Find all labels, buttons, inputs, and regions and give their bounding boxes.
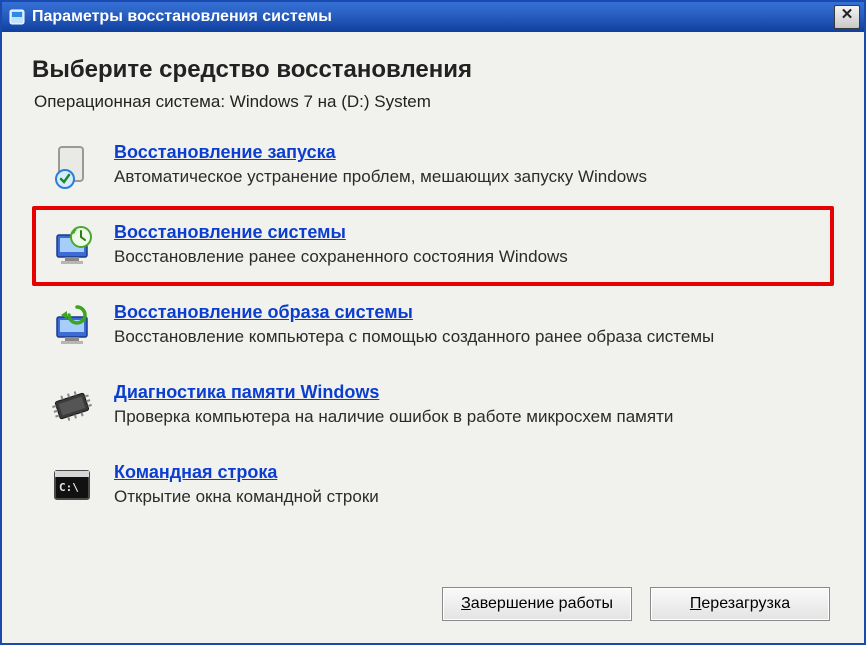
command-prompt-icon: C:\ (46, 460, 98, 512)
app-icon (8, 8, 26, 26)
startup-repair-link[interactable]: Восстановление запуска (114, 142, 336, 163)
option-image-recovery: Восстановление образа системы Восстановл… (32, 286, 834, 366)
restart-mnemonic: П (690, 595, 702, 612)
recovery-options-window: Параметры восстановления системы ✕ Выбер… (0, 0, 866, 645)
startup-repair-desc: Автоматическое устранение проблем, мешаю… (114, 167, 820, 187)
image-recovery-desc: Восстановление компьютера с помощью созд… (114, 327, 820, 347)
memory-diagnostic-icon (46, 380, 98, 432)
recovery-options-list: Восстановление запуска Автоматическое ус… (32, 126, 834, 526)
system-restore-link[interactable]: Восстановление системы (114, 222, 346, 243)
title-bar: Параметры восстановления системы ✕ (2, 2, 864, 32)
shutdown-mnemonic: З (461, 595, 471, 612)
close-button[interactable]: ✕ (834, 5, 860, 29)
svg-text:C:\: C:\ (59, 481, 79, 494)
restart-button[interactable]: Перезагрузка (650, 587, 830, 621)
option-startup-repair: Восстановление запуска Автоматическое ус… (32, 126, 834, 206)
page-title: Выберите средство восстановления (32, 56, 834, 84)
close-icon: ✕ (841, 6, 854, 23)
command-prompt-link[interactable]: Командная строка (114, 462, 277, 483)
command-prompt-desc: Открытие окна командной строки (114, 487, 820, 507)
option-system-restore: Восстановление системы Восстановление ра… (32, 206, 834, 286)
shutdown-label-rest: авершение работы (471, 595, 613, 612)
option-memory-diagnostic: Диагностика памяти Windows Проверка комп… (32, 366, 834, 446)
image-recovery-icon (46, 300, 98, 352)
image-recovery-link[interactable]: Восстановление образа системы (114, 302, 413, 323)
system-restore-desc: Восстановление ранее сохраненного состоя… (114, 247, 820, 267)
system-restore-icon (46, 220, 98, 272)
shutdown-button[interactable]: Завершение работы (442, 587, 632, 621)
footer-buttons: Завершение работы Перезагрузка (32, 573, 834, 627)
memory-diagnostic-desc: Проверка компьютера на наличие ошибок в … (114, 407, 820, 427)
memory-diagnostic-link[interactable]: Диагностика памяти Windows (114, 382, 379, 403)
os-info: Операционная система: Windows 7 на (D:) … (34, 92, 834, 112)
startup-repair-icon (46, 140, 98, 192)
option-command-prompt: C:\ Командная строка Открытие окна коман… (32, 446, 834, 526)
window-title: Параметры восстановления системы (32, 8, 834, 26)
window-body: Выберите средство восстановления Операци… (2, 32, 864, 643)
restart-label-rest: ерезагрузка (701, 595, 790, 612)
